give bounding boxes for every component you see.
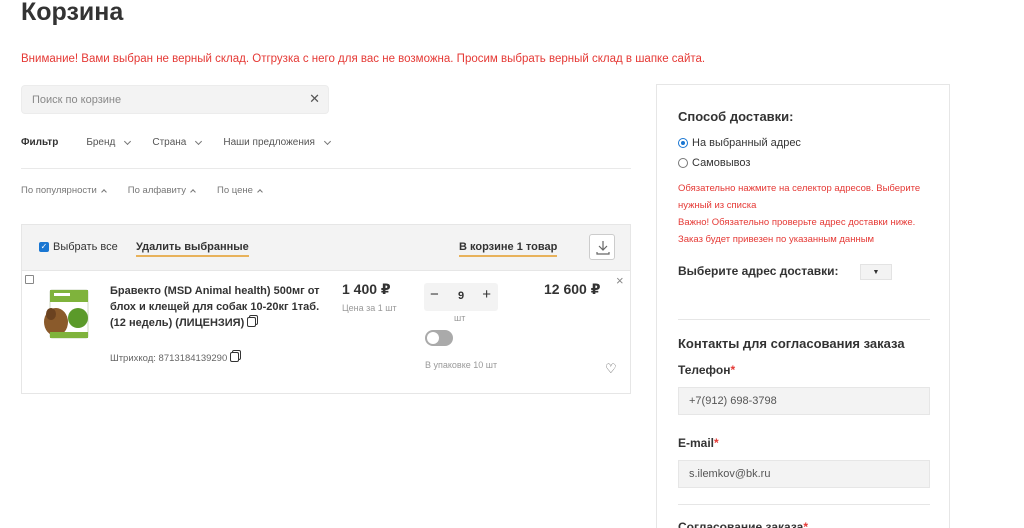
delete-selected-button[interactable]: Удалить выбранные — [136, 241, 249, 257]
email-label: E-mail* — [678, 436, 719, 450]
remove-item-button[interactable]: × — [616, 273, 624, 288]
email-field[interactable] — [678, 460, 930, 488]
quantity-stepper: − 9 + — [424, 283, 498, 311]
approval-label-text: Согласование заказа — [678, 520, 804, 528]
delivery-note-1: Обязательно нажмите на селектор адресов.… — [678, 183, 921, 211]
filter-offers[interactable]: Наши предложения — [223, 137, 331, 148]
chevron-up-icon — [257, 188, 263, 195]
product-image — [44, 289, 89, 339]
sort-price-label: По цене — [217, 185, 253, 196]
divider — [678, 504, 930, 505]
divider — [678, 319, 930, 320]
address-dropdown[interactable]: ▼ — [860, 264, 892, 280]
cart-count[interactable]: В корзине 1 товар — [459, 241, 558, 257]
radio-delivery-address[interactable]: На выбранный адрес — [678, 137, 801, 149]
email-label-text: E-mail — [678, 436, 715, 450]
chevron-up-icon — [100, 188, 107, 195]
cart-search: ✕ — [21, 85, 329, 114]
copy-icon[interactable] — [247, 317, 257, 327]
required-mark: * — [803, 520, 808, 528]
sort-alphabet-label: По алфавиту — [127, 185, 187, 196]
address-label: Выберите адрес доставки: — [678, 264, 839, 278]
warehouse-warning: Внимание! Вами выбран не верный склад. О… — [21, 53, 706, 65]
pack-note: В упаковке 10 шт — [425, 360, 498, 370]
filter-country-label: Страна — [152, 137, 187, 148]
search-input[interactable] — [32, 92, 302, 108]
radio-selected-icon — [678, 138, 688, 148]
phone-label: Телефон* — [678, 363, 735, 377]
product-name[interactable]: Бравекто (MSD Animal health) 500мг от бл… — [110, 283, 325, 331]
unit-price-note: Цена за 1 шт — [342, 303, 397, 313]
radio-pickup-label: Самовывоз — [692, 157, 751, 169]
chevron-down-icon — [195, 137, 203, 145]
download-icon — [596, 241, 610, 255]
radio-delivery-address-label: На выбранный адрес — [692, 137, 801, 149]
copy-icon[interactable] — [230, 352, 240, 362]
divider — [21, 168, 631, 169]
chevron-up-icon — [190, 188, 196, 195]
quantity-unit: шт — [454, 313, 466, 323]
delivery-note-2: Важно! Обязательно проверьте адрес доста… — [678, 217, 916, 245]
delivery-title: Способ доставки: — [678, 109, 794, 124]
pack-toggle[interactable] — [425, 330, 453, 346]
radio-icon — [678, 158, 688, 168]
toggle-knob — [427, 332, 439, 344]
approval-label: Согласование заказа* — [678, 520, 808, 528]
barcode-text: Штрихкод: 8713184139290 — [110, 353, 228, 364]
select-all-checkbox[interactable]: ✓ — [39, 242, 49, 252]
clear-icon[interactable]: ✕ — [309, 91, 320, 107]
sort-bar: По популярности По алфавиту По цене — [21, 185, 284, 196]
unit-price: 1 400 ₽ — [342, 281, 391, 297]
phone-field[interactable] — [678, 387, 930, 415]
select-all-label[interactable]: Выбрать все — [53, 241, 118, 253]
item-checkbox[interactable] — [25, 275, 34, 284]
chevron-down-icon — [323, 137, 331, 145]
sort-alphabet[interactable]: По алфавиту — [127, 185, 196, 196]
filter-brand[interactable]: Бренд — [86, 137, 132, 148]
required-mark: * — [730, 363, 736, 377]
sort-price[interactable]: По цене — [217, 185, 263, 196]
download-button[interactable] — [589, 234, 615, 260]
product-name-text: Бравекто (MSD Animal health) 500мг от бл… — [110, 285, 320, 329]
phone-label-text: Телефон — [678, 363, 731, 377]
item-total: 12 600 ₽ — [544, 281, 601, 297]
cart-item-row: Бравекто (MSD Animal health) 500мг от бл… — [21, 270, 631, 394]
chevron-down-icon — [124, 137, 132, 145]
contacts-title: Контакты для согласования заказа — [678, 336, 905, 351]
filter-bar: Фильтр Бренд Страна Наши предложения — [21, 137, 352, 148]
filter-brand-label: Бренд — [86, 137, 116, 148]
filter-offers-label: Наши предложения — [223, 137, 315, 148]
product-barcode: Штрихкод: 8713184139290 — [110, 352, 240, 364]
order-sidebar: Способ доставки: На выбранный адрес Само… — [656, 84, 950, 528]
sort-popularity[interactable]: По популярности — [21, 185, 107, 196]
favorite-icon[interactable]: ♡ — [605, 361, 617, 377]
increase-button[interactable]: + — [482, 286, 491, 303]
radio-pickup[interactable]: Самовывоз — [678, 157, 750, 169]
filter-label: Фильтр — [21, 137, 59, 148]
filter-country[interactable]: Страна — [152, 137, 203, 148]
page-title: Корзина — [21, 0, 124, 26]
required-mark: * — [714, 436, 719, 450]
sort-popularity-label: По популярности — [21, 185, 97, 196]
cart-header: ✓ Выбрать все Удалить выбранные В корзин… — [21, 224, 631, 270]
